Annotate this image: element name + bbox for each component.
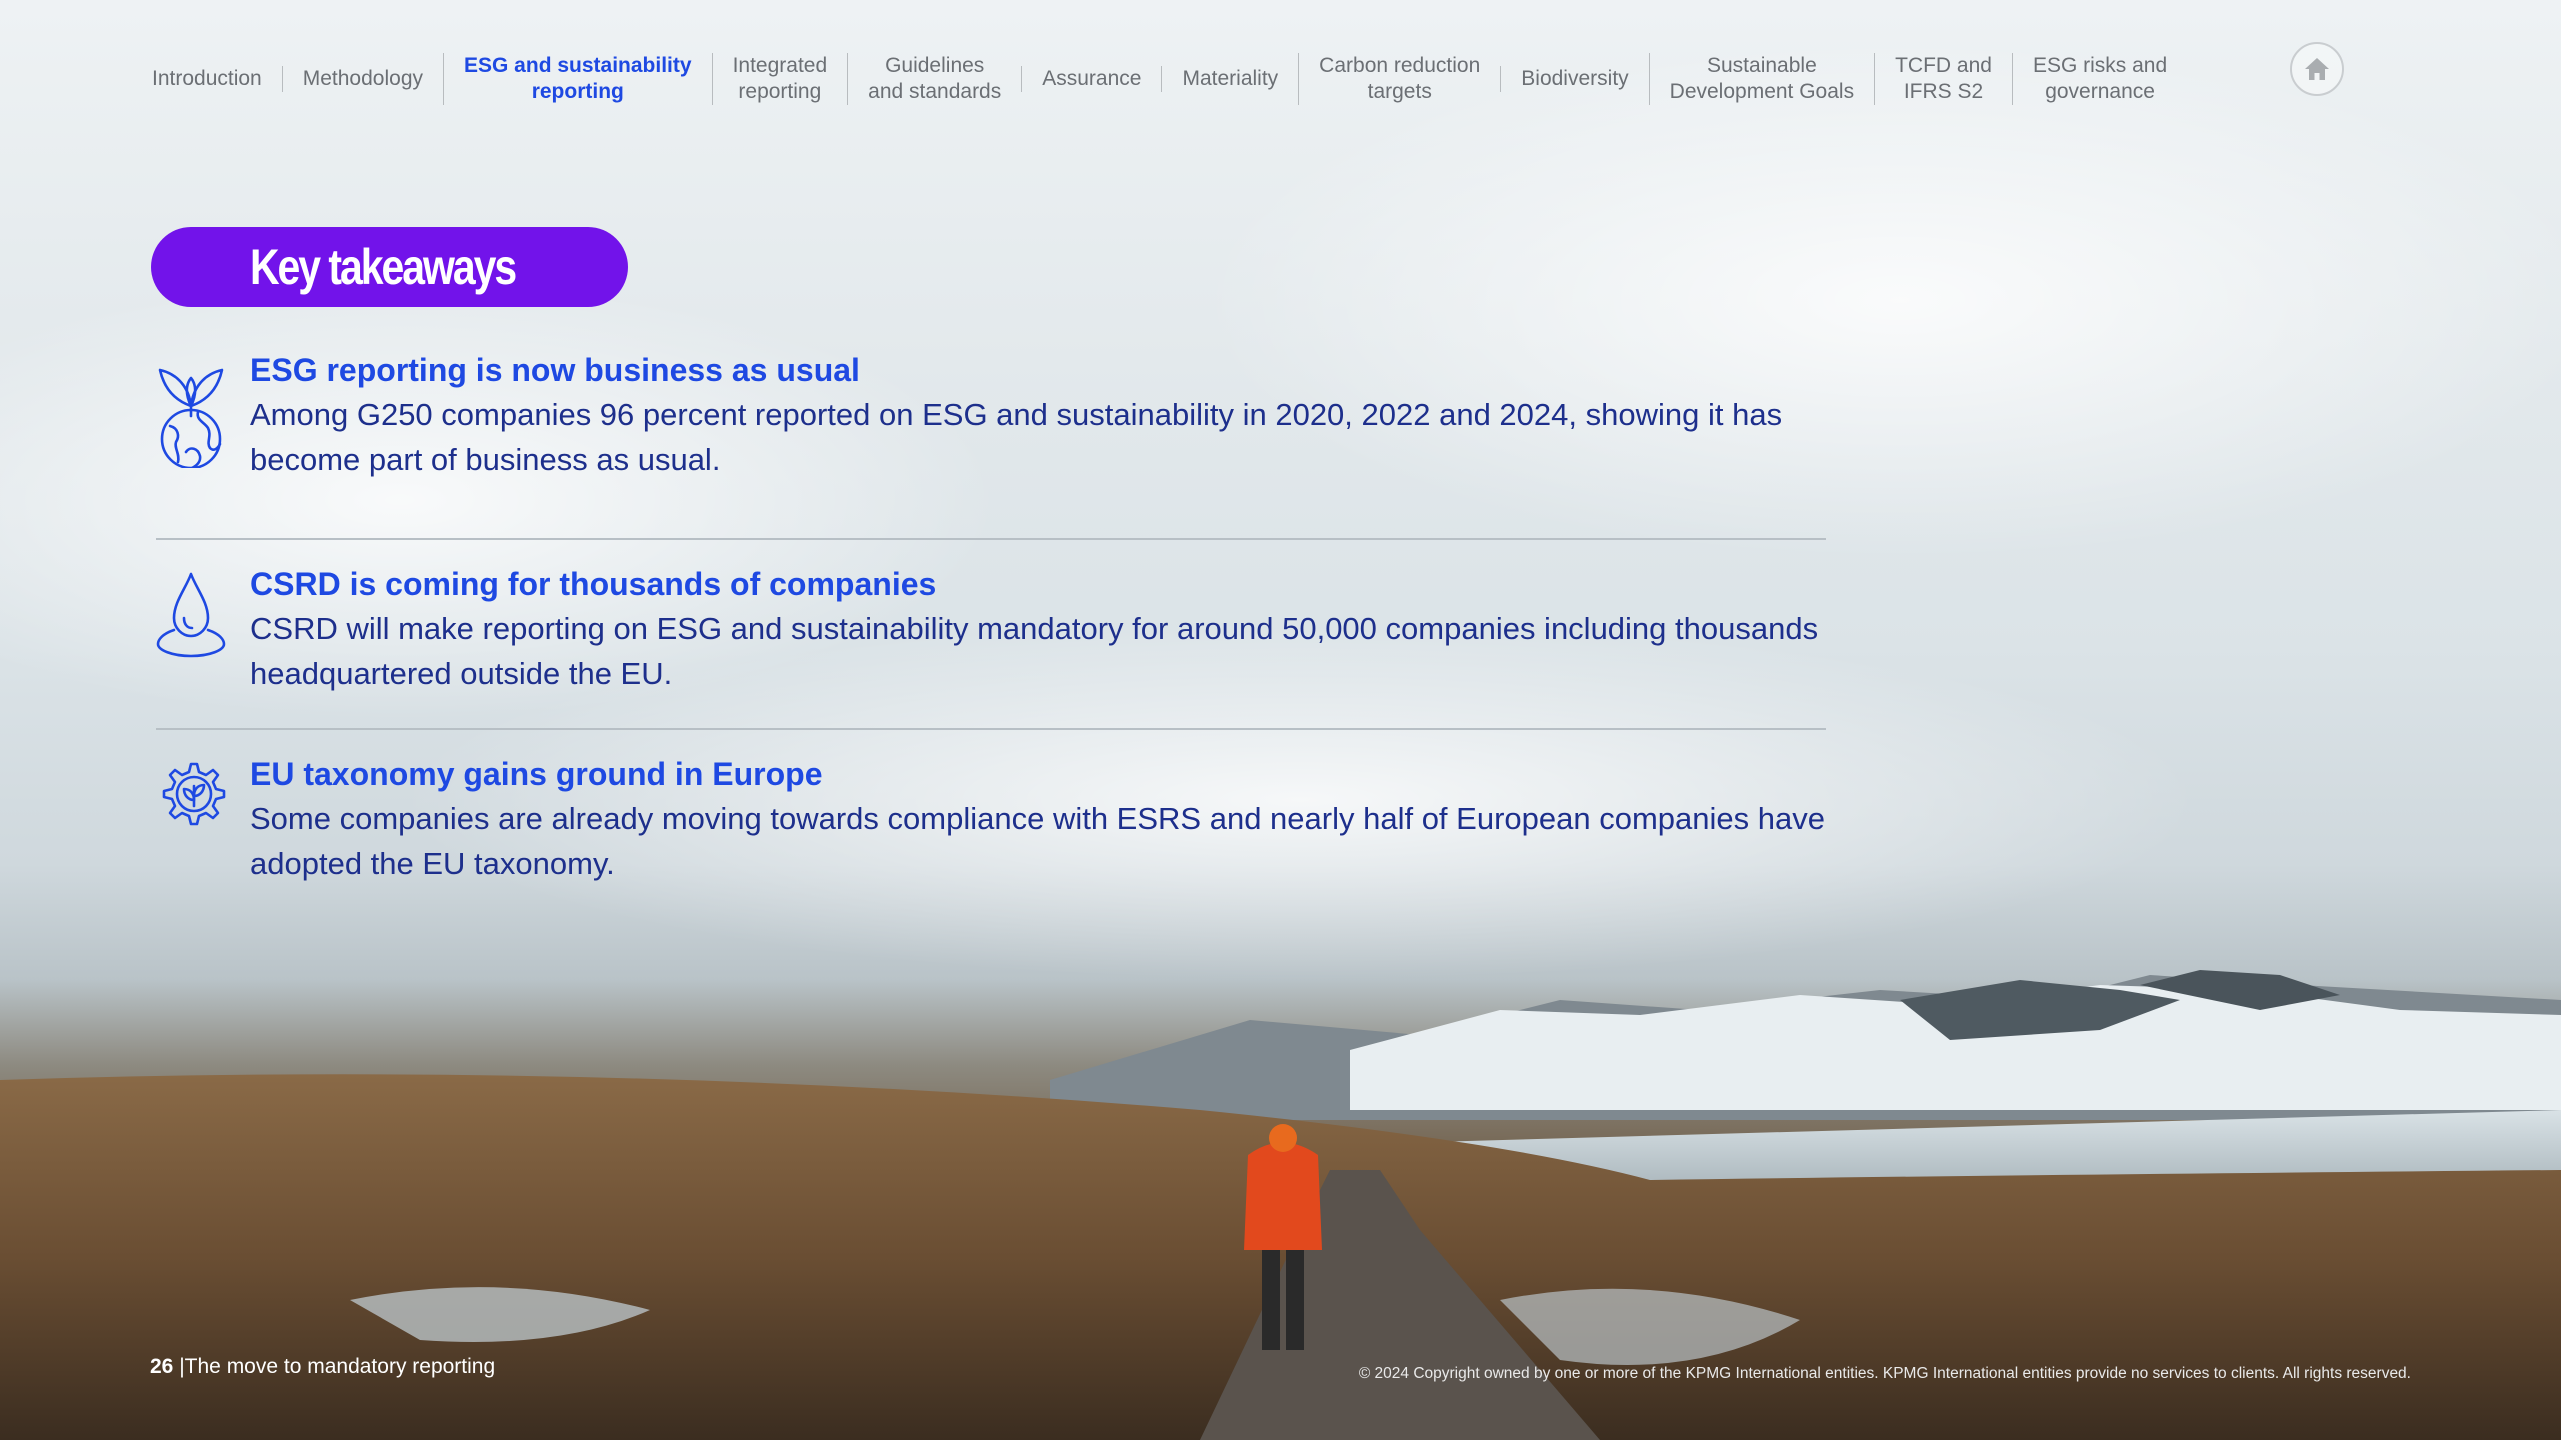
- takeaway-title: CSRD is coming for thousands of companie…: [250, 566, 937, 602]
- nav-item-guidelines-and-standards[interactable]: Guidelines and standards: [847, 53, 1021, 105]
- takeaway-body: Some companies are already moving toward…: [250, 801, 1825, 881]
- nav-item-tcfd-and-ifrs-s2[interactable]: TCFD and IFRS S2: [1874, 53, 2012, 105]
- nav-item-label: Carbon reduction targets: [1319, 54, 1481, 103]
- nav-item-label: TCFD and IFRS S2: [1895, 54, 1992, 103]
- plant-globe-icon: [158, 368, 224, 468]
- home-icon: [2305, 58, 2329, 80]
- nav-item-label: Integrated reporting: [732, 54, 828, 103]
- nav-item-methodology[interactable]: Methodology: [281, 66, 443, 92]
- takeaway-item: EU taxonomy gains ground in Europe Some …: [156, 728, 1826, 918]
- home-button[interactable]: [2290, 42, 2344, 96]
- takeaway-title: EU taxonomy gains ground in Europe: [250, 756, 823, 792]
- section-heading-pill: Key takeaways: [151, 227, 628, 307]
- takeaway-title: ESG reporting is now business as usual: [250, 352, 860, 388]
- document-title: The move to mandatory reporting: [184, 1355, 496, 1378]
- takeaway-body: CSRD will make reporting on ESG and sust…: [250, 611, 1819, 691]
- nav-item-label: ESG risks and governance: [2032, 54, 2168, 103]
- takeaway-item: CSRD is coming for thousands of companie…: [156, 538, 1826, 728]
- nav-item-label: Sustainable Development Goals: [1669, 54, 1855, 103]
- nav-item-label: ESG and sustainability reporting: [464, 54, 692, 103]
- water-drop-icon: [156, 572, 226, 658]
- page-footer: 26 |The move to mandatory reporting: [150, 1355, 495, 1379]
- takeaways-list: ESG reporting is now business as usual A…: [156, 348, 1826, 918]
- takeaway-item: ESG reporting is now business as usual A…: [156, 348, 1826, 538]
- nav-item-introduction[interactable]: Introduction: [140, 66, 282, 92]
- nav-item-label: Guidelines and standards: [868, 54, 1002, 103]
- nav-item-materiality[interactable]: Materiality: [1161, 66, 1298, 92]
- nav-item-esg-risks-and-governance[interactable]: ESG risks and governance: [2011, 53, 2187, 105]
- takeaway-body: Among G250 companies 96 percent reported…: [250, 397, 1783, 477]
- nav-item-esg-and-sustainability-reporting[interactable]: ESG and sustainability reporting: [443, 53, 712, 105]
- page-title: Key takeaways: [250, 239, 517, 295]
- leaf-gear-icon: [162, 762, 226, 826]
- nav-item-sustainable-development-goals[interactable]: Sustainable Development Goals: [1648, 53, 1874, 105]
- page-number: 26: [150, 1355, 174, 1378]
- nav-item-carbon-reduction-targets[interactable]: Carbon reduction targets: [1298, 53, 1500, 105]
- nav-item-biodiversity[interactable]: Biodiversity: [1500, 66, 1648, 92]
- section-nav: Introduction Methodology ESG and sustain…: [140, 50, 2187, 108]
- nav-item-assurance[interactable]: Assurance: [1021, 66, 1161, 92]
- nav-item-integrated-reporting[interactable]: Integrated reporting: [711, 53, 848, 105]
- copyright-notice: © 2024 Copyright owned by one or more of…: [1358, 1365, 2411, 1382]
